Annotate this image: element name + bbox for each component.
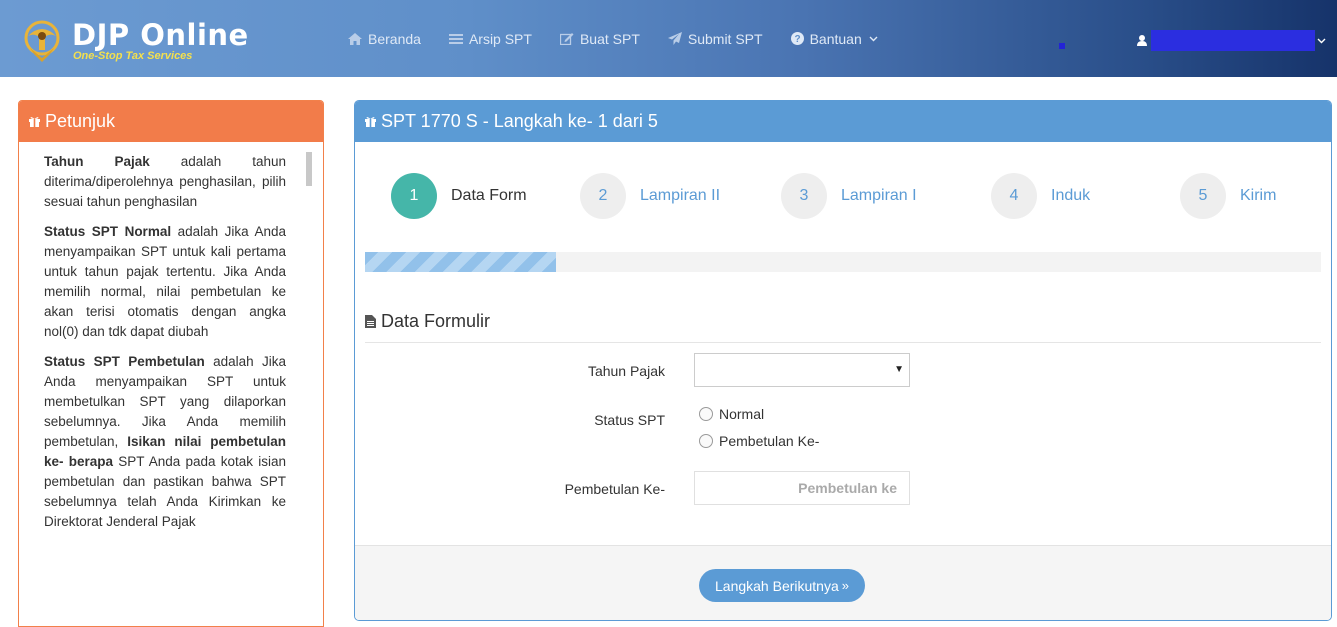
wizard-header: SPT 1770 S - Langkah ke- 1 dari 5 [355, 101, 1331, 142]
status-normal-label: Normal [719, 406, 765, 422]
petunjuk-panel: Petunjuk Tahun Pajak adalah tahun diteri… [18, 100, 324, 627]
status-pembetulan-label: Pembetulan Ke- [719, 433, 820, 449]
nav-arsip-spt-label: Arsip SPT [468, 30, 532, 47]
question-icon: ? [790, 32, 804, 45]
user-menu[interactable] [1137, 30, 1326, 51]
step-lampiran-i[interactable]: 3 Lampiran I [781, 173, 917, 219]
nav-buat-spt[interactable]: Buat SPT [559, 30, 640, 47]
step-label: Lampiran II [640, 187, 721, 204]
next-step-button[interactable]: Langkah Berikutnya » [699, 569, 865, 602]
top-navbar: DJP Online One-Stop Tax Services Beranda… [0, 0, 1337, 77]
main-nav: Beranda Arsip SPT Buat SPT Submit SPT ? … [348, 0, 906, 77]
radio-circle-icon [699, 434, 713, 448]
term-tahun-pajak: Tahun Pajak [44, 154, 150, 169]
divider [365, 342, 1321, 343]
scrollbar[interactable] [306, 152, 312, 186]
edit-icon [559, 33, 574, 45]
nav-bantuan[interactable]: ? Bantuan [790, 30, 878, 47]
pembetulan-ke-label: Pembetulan Ke- [564, 481, 665, 497]
user-icon [1137, 35, 1147, 46]
petunjuk-header: Petunjuk [19, 101, 323, 142]
step-number: 2 [580, 173, 626, 219]
radio-circle-icon [699, 407, 713, 421]
send-icon [667, 32, 682, 45]
petunjuk-paragraph: Status SPT Pembetulan adalah Jika Anda m… [44, 352, 286, 532]
file-icon [365, 315, 376, 328]
status-pembetulan-radio[interactable]: Pembetulan Ke- [699, 433, 819, 449]
step-induk[interactable]: 4 Induk [991, 173, 1090, 219]
step-label: Lampiran I [841, 187, 917, 204]
brand-title: DJP Online [72, 17, 249, 52]
wizard-progress-bar [365, 252, 1321, 272]
petunjuk-paragraph: Status SPT Normal adalah Jika Anda menya… [44, 222, 286, 342]
tahun-pajak-select[interactable]: ▼ [694, 353, 910, 387]
wizard-title: SPT 1770 S - Langkah ke- 1 dari 5 [381, 111, 658, 131]
step-label: Data Form [451, 187, 527, 204]
step-kirim[interactable]: 5 Kirim [1180, 173, 1276, 219]
step-data-form[interactable]: 1 Data Form [391, 173, 527, 219]
term-status-pembetulan: Status SPT Pembetulan [44, 354, 205, 369]
notification-indicator [1059, 43, 1065, 49]
gift-icon [365, 117, 376, 127]
wizard-footer: Langkah Berikutnya » [355, 545, 1331, 620]
svg-text:?: ? [794, 34, 800, 45]
nav-bantuan-label: Bantuan [809, 30, 862, 47]
nav-beranda-label: Beranda [368, 30, 421, 47]
status-spt-label: Status SPT [594, 412, 665, 428]
petunjuk-title: Petunjuk [45, 111, 116, 131]
pembetulan-ke-field[interactable] [694, 471, 910, 505]
tahun-pajak-label: Tahun Pajak [587, 363, 665, 379]
step-number: 4 [991, 173, 1037, 219]
gift-icon [29, 117, 40, 127]
djp-logo-icon [24, 20, 60, 62]
chevron-down-icon [1317, 38, 1326, 43]
section-heading: Data Formulir [365, 311, 490, 332]
petunjuk-paragraph: Tahun Pajak adalah tahun diterima/dipero… [44, 152, 286, 212]
chevron-down-icon [869, 36, 878, 41]
home-icon [348, 32, 362, 45]
nav-buat-spt-label: Buat SPT [579, 30, 640, 47]
nav-submit-spt[interactable]: Submit SPT [667, 30, 763, 47]
double-chevron-right-icon: » [841, 578, 849, 593]
desc-status-normal: adalah Jika Anda menyampaikan SPT untuk … [44, 224, 286, 339]
step-number: 1 [391, 173, 437, 219]
step-number: 5 [1180, 173, 1226, 219]
step-lampiran-ii[interactable]: 2 Lampiran II [580, 173, 720, 219]
step-number: 3 [781, 173, 827, 219]
nav-beranda[interactable]: Beranda [348, 31, 421, 47]
dropdown-arrow-icon: ▼ [894, 364, 904, 375]
nav-submit-spt-label: Submit SPT [687, 30, 763, 47]
petunjuk-content: Tahun Pajak adalah tahun diterima/dipero… [19, 142, 323, 532]
status-normal-radio[interactable]: Normal [699, 406, 764, 422]
step-label: Kirim [1240, 187, 1277, 204]
brand[interactable]: DJP Online One-Stop Tax Services [22, 18, 249, 64]
term-status-normal: Status SPT Normal [44, 224, 172, 239]
list-icon [448, 33, 463, 44]
next-step-label: Langkah Berikutnya [715, 577, 839, 594]
spt-wizard-panel: SPT 1770 S - Langkah ke- 1 dari 5 1 Data… [354, 100, 1332, 621]
section-title: Data Formulir [381, 311, 491, 331]
progress-fill [365, 252, 557, 272]
step-label: Induk [1051, 187, 1091, 204]
wizard-steps: 1 Data Form 2 Lampiran II 3 Lampiran I 4… [355, 173, 1331, 219]
nav-arsip-spt[interactable]: Arsip SPT [448, 30, 532, 47]
user-name-redacted [1151, 30, 1315, 51]
pembetulan-ke-input[interactable] [695, 472, 909, 504]
